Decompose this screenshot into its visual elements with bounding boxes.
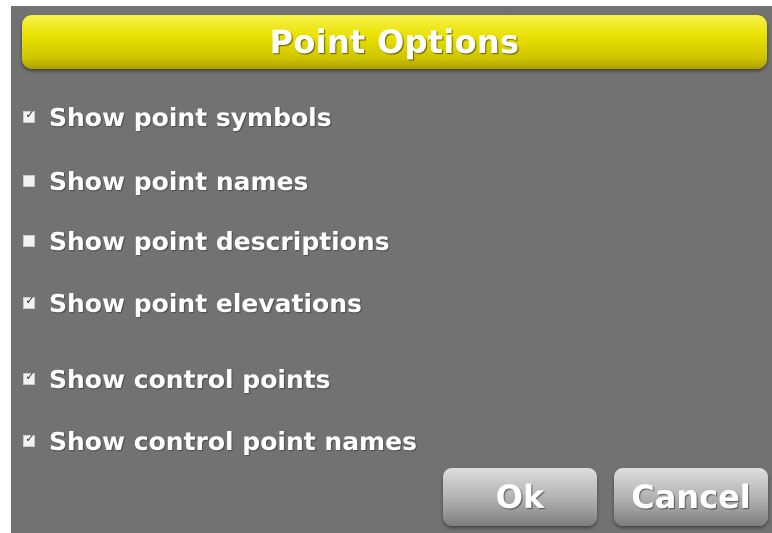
checkbox-icon[interactable]: ✓ [23, 175, 35, 187]
check-mark-icon: ✓ [25, 432, 35, 445]
option-label: Show point names [49, 166, 309, 196]
dialog-title: Point Options [269, 23, 520, 61]
option-label: Show point symbols [49, 102, 332, 132]
ok-button-label: Ok [495, 478, 545, 516]
cancel-button[interactable]: Cancel [614, 468, 768, 526]
check-mark-icon: ✓ [25, 370, 35, 383]
ok-button[interactable]: Ok [443, 468, 597, 526]
point-options-dialog: Point Options ✓ Show point symbols ✓ Sho… [11, 6, 772, 533]
checkbox-icon[interactable]: ✓ [23, 370, 35, 385]
check-mark-icon: ✓ [25, 108, 35, 121]
option-label: Show point descriptions [49, 226, 390, 256]
cancel-button-label: Cancel [631, 478, 751, 516]
dialog-title-bar: Point Options [22, 15, 767, 69]
checkbox-icon[interactable]: ✓ [23, 235, 35, 247]
option-label: Show control points [49, 364, 331, 394]
option-show-point-names[interactable]: ✓ Show point names [23, 164, 308, 198]
option-show-point-descriptions[interactable]: ✓ Show point descriptions [23, 224, 390, 258]
option-label: Show point elevations [49, 288, 362, 318]
checkbox-icon[interactable]: ✓ [23, 294, 35, 309]
option-show-control-point-names[interactable]: ✓ Show control point names [23, 424, 417, 458]
checkbox-icon[interactable]: ✓ [23, 432, 35, 447]
checkbox-icon[interactable]: ✓ [23, 108, 35, 123]
option-show-point-symbols[interactable]: ✓ Show point symbols [23, 100, 332, 134]
option-show-point-elevations[interactable]: ✓ Show point elevations [23, 286, 362, 320]
option-show-control-points[interactable]: ✓ Show control points [23, 362, 331, 396]
check-mark-icon: ✓ [25, 294, 35, 307]
option-label: Show control point names [49, 426, 417, 456]
